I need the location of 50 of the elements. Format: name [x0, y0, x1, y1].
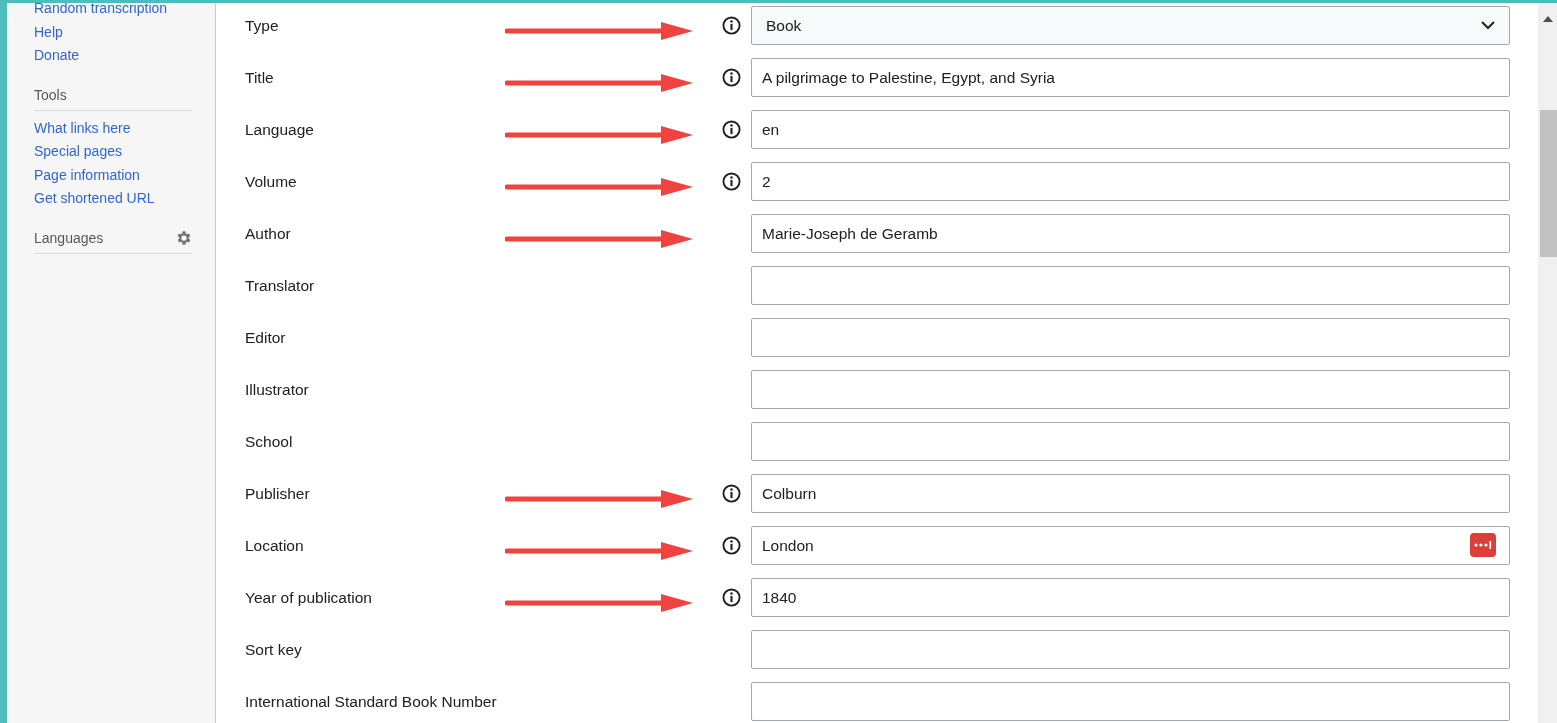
- input-field[interactable]: Colburn: [751, 474, 1510, 513]
- field-label: Year of publication: [245, 588, 373, 608]
- info-icon[interactable]: [722, 588, 741, 607]
- input-field[interactable]: [751, 266, 1510, 305]
- input-field[interactable]: [751, 318, 1510, 357]
- info-icon[interactable]: [722, 16, 741, 35]
- field-label: Author: [245, 224, 292, 244]
- field-label: Language: [245, 120, 315, 140]
- field-label: Type: [245, 16, 280, 36]
- input-field[interactable]: [751, 630, 1510, 669]
- sidebar-link[interactable]: Help: [34, 20, 215, 44]
- info-icon[interactable]: [722, 68, 741, 87]
- sidebar-link[interactable]: Special pages: [34, 140, 215, 164]
- sidebar-link[interactable]: What links here: [34, 116, 215, 140]
- chevron-down-icon: [1481, 21, 1495, 30]
- sidebar-link[interactable]: Get shortened URL: [34, 187, 215, 211]
- field-label: Volume: [245, 172, 298, 192]
- scrollbar-thumb[interactable]: [1540, 110, 1557, 257]
- input-field[interactable]: A pilgrimage to Palestine, Egypt, and Syria: [751, 58, 1510, 97]
- info-icon[interactable]: [722, 120, 741, 139]
- input-field[interactable]: [751, 682, 1510, 721]
- input-field[interactable]: 1840: [751, 578, 1510, 617]
- scroll-up-icon[interactable]: [1543, 16, 1553, 22]
- info-icon[interactable]: [722, 536, 741, 555]
- input-field[interactable]: en: [751, 110, 1510, 149]
- field-label: Sort key: [245, 640, 303, 660]
- input-field[interactable]: London: [751, 526, 1510, 565]
- password-manager-icon[interactable]: [1470, 533, 1496, 557]
- input-field[interactable]: Marie-Joseph de Geramb: [751, 214, 1510, 253]
- field-label: Location: [245, 536, 305, 556]
- section-heading: Tools: [34, 85, 67, 105]
- field-label: Editor: [245, 328, 287, 348]
- sidebar-link[interactable]: Random transcription: [34, 3, 215, 21]
- dropdown[interactable]: Book: [751, 6, 1510, 45]
- input-field[interactable]: 2: [751, 162, 1510, 201]
- field-label: Publisher: [245, 484, 311, 504]
- field-label: Title: [245, 68, 275, 88]
- info-icon[interactable]: [722, 484, 741, 503]
- settings-icon[interactable]: [175, 229, 193, 247]
- sidebar-link[interactable]: Donate: [34, 44, 215, 68]
- sidebar-link[interactable]: Page information: [34, 163, 215, 187]
- field-label: Translator: [245, 276, 316, 296]
- field-label: School: [245, 432, 294, 452]
- field-label: International Standard Book Number: [245, 692, 498, 712]
- info-icon[interactable]: [722, 172, 741, 191]
- field-label: Illustrator: [245, 380, 310, 400]
- scrollbar[interactable]: [1538, 3, 1557, 723]
- section-heading: Languages: [34, 228, 104, 248]
- input-field[interactable]: [751, 370, 1510, 409]
- input-field[interactable]: [751, 422, 1510, 461]
